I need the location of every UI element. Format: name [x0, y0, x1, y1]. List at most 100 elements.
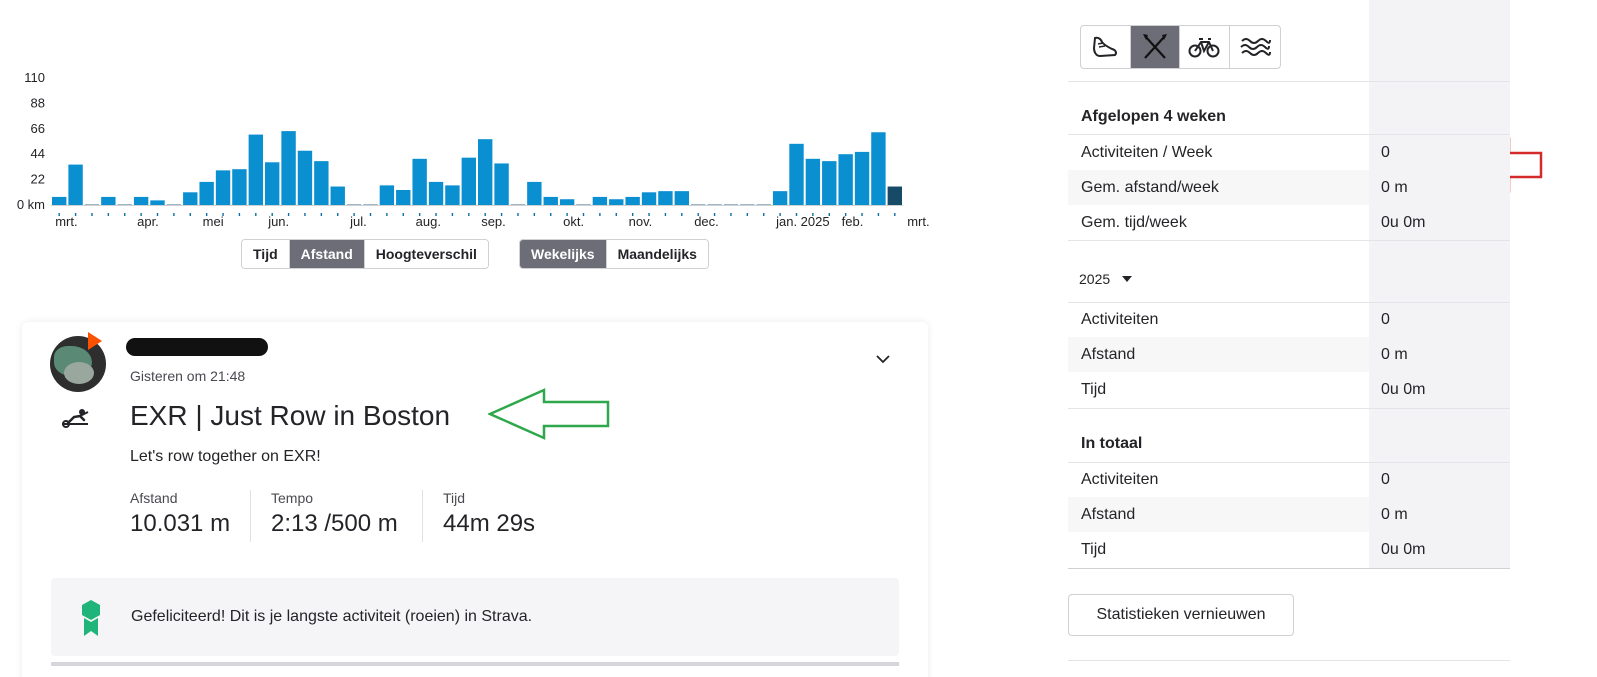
stat-label: Tijd [443, 490, 466, 506]
stat-tempo: Tempo 2:13 /500 m [271, 490, 398, 538]
chart-bar [805, 158, 821, 205]
chart-bar [740, 204, 755, 205]
x-tick-label: mrt. [55, 214, 77, 229]
x-tick-label: mrt. [907, 214, 929, 229]
stat-value: 10.031 m [130, 510, 231, 537]
chart-bar [691, 204, 706, 205]
y-tick-label: 66 [31, 121, 45, 136]
chart-bar [314, 161, 329, 205]
weekly-distance-chart: 110 88 66 44 22 0 km mrt. apr. mei jun. jul. aug. se… [0, 0, 930, 240]
total-row-label: Afstand [1081, 506, 1136, 523]
sport-tab-row[interactable] [1130, 26, 1180, 68]
sport-tabs [1080, 25, 1281, 69]
chart-bar [871, 132, 886, 205]
chart-bar [199, 181, 214, 205]
sport-tab-bike[interactable] [1180, 26, 1230, 68]
chart-bar [494, 163, 509, 205]
chart-bar [297, 150, 313, 205]
chart-bar [52, 196, 67, 205]
running-shoe-icon [1093, 36, 1118, 58]
achievement-medal-icon [82, 600, 100, 636]
toggle-afstand[interactable]: Afstand [289, 240, 365, 268]
stat-value: 2:13 /500 m [271, 510, 398, 537]
chart-bar [707, 204, 722, 205]
refresh-stats-button[interactable]: Statistieken vernieuwen [1068, 594, 1294, 636]
chart-bar [674, 191, 689, 205]
activity-timestamp: Gisteren om 21:48 [130, 368, 246, 384]
period-toggle: Wekelijks Maandelijks [519, 239, 709, 269]
total-row-label: Activiteiten [1081, 471, 1159, 488]
recent-row-label: Gem. afstand/week [1081, 179, 1219, 196]
chart-bar [412, 158, 427, 205]
x-tick-label: apr. [137, 214, 159, 229]
year-dropdown[interactable]: 2025 [1079, 271, 1133, 287]
recent-row-label: Activiteiten / Week [1081, 144, 1213, 161]
total-row-value: 0 m [1381, 506, 1408, 523]
chart-bar [379, 185, 395, 205]
total-row-value: 0 [1381, 471, 1390, 488]
stat-value: 44m 29s [443, 510, 536, 537]
x-tick-label: mei [203, 214, 224, 229]
x-tick-label: aug. [416, 214, 441, 229]
chart-bar [461, 157, 476, 205]
chevron-down-icon[interactable] [874, 350, 892, 368]
chart-bar [510, 204, 526, 205]
stat-label: Tempo [271, 490, 314, 506]
chart-bar [559, 199, 575, 205]
chart-bar [396, 189, 411, 205]
chart-bar [232, 169, 247, 205]
chart-bar [101, 196, 116, 205]
toggle-maandelijks[interactable]: Maandelijks [606, 240, 708, 268]
y-tick-label: 22 [31, 172, 45, 187]
x-tick-label: feb. [842, 214, 864, 229]
sport-tab-swim[interactable] [1230, 26, 1280, 68]
y-tick-label: 44 [31, 146, 45, 161]
chart-bar [723, 204, 739, 205]
chart-bar [183, 192, 198, 205]
year-row-label: Tijd [1081, 381, 1107, 398]
toggle-hoogteverschil[interactable]: Hoogteverschil [364, 240, 488, 268]
year-row-value: 0 [1381, 311, 1390, 328]
chart-bar [609, 199, 624, 205]
year-row-value: 0 m [1381, 346, 1408, 363]
section-title-total: In totaal [1081, 435, 1143, 452]
subscriber-badge-icon [88, 332, 102, 350]
chart-bar [576, 204, 591, 205]
recent-row-value: 0u 0m [1381, 214, 1426, 231]
y-tick-label: 110 [24, 70, 45, 85]
chart-bar [215, 170, 231, 205]
y-tick-label: 0 km [17, 197, 45, 212]
chart-bar [281, 131, 296, 205]
chart-bar [68, 164, 83, 205]
bike-icon [1188, 38, 1220, 58]
chart-bar [428, 181, 444, 205]
total-row-label: Tijd [1081, 541, 1107, 558]
toggle-wekelijks[interactable]: Wekelijks [520, 240, 607, 268]
chart-bar [527, 181, 542, 205]
chart-bar [854, 151, 870, 205]
x-tick-label: jan. 2025 [775, 214, 830, 229]
chart-bar [658, 191, 673, 205]
activity-title[interactable]: EXR | Just Row in Boston [130, 400, 450, 432]
chart-bar [265, 162, 280, 205]
x-tick-label: jul. [349, 214, 367, 229]
recent-row-value: 0 [1381, 144, 1390, 161]
x-tick-label: jun. [267, 214, 289, 229]
year-row-label: Afstand [1081, 346, 1136, 363]
athlete-name-redacted [126, 338, 268, 356]
x-tick-label: sep. [481, 214, 506, 229]
chart-bar [756, 204, 771, 205]
sport-tab-run[interactable] [1081, 26, 1131, 68]
y-tick-label: 88 [31, 95, 45, 110]
stat-tijd: Tijd 44m 29s [443, 490, 535, 538]
chart-bar [478, 139, 493, 205]
year-dropdown-value: 2025 [1079, 271, 1111, 287]
activity-card: Gisteren om 21:48 EXR | Just Row in Bost… [22, 322, 928, 677]
stat-divider [250, 490, 251, 542]
chart-bar [772, 191, 788, 205]
chart-bar [592, 196, 608, 205]
rowing-machine-icon [62, 409, 89, 428]
chart-bar [543, 196, 558, 205]
toggle-tijd[interactable]: Tijd [242, 240, 290, 268]
stat-afstand: Afstand 10.031 m [130, 490, 230, 538]
